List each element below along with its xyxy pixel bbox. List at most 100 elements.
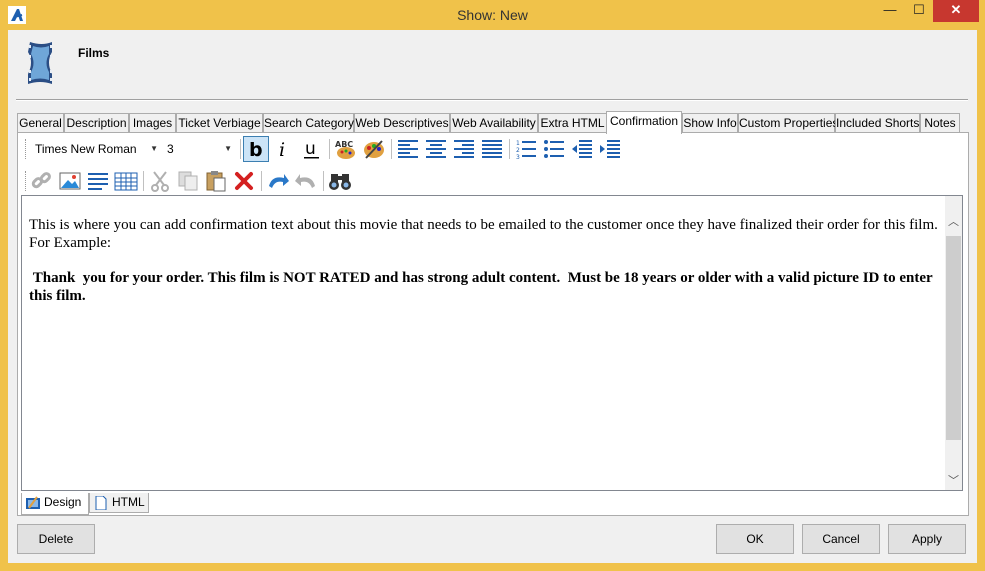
header-title: Films [78,46,110,60]
paste-button[interactable] [203,168,229,194]
toolbar-separator [261,171,262,191]
redo-icon [295,174,315,188]
document-icon [95,496,107,510]
italic-icon: i [279,139,285,160]
editor-paragraph-example: Thank you for your order. This film is N… [29,270,937,304]
redo-button[interactable] [293,168,319,194]
binoculars-icon [329,174,351,190]
cut-button[interactable] [147,168,173,194]
justify-button[interactable] [479,136,505,162]
chevron-down-icon: ▼ [224,144,232,153]
toolbar-separator [323,171,324,191]
indent-button[interactable] [597,136,623,162]
tab-web-descriptives[interactable]: Web Descriptives [354,113,450,133]
ok-button[interactable]: OK [716,524,794,554]
align-center-button[interactable] [423,136,449,162]
tab-included-shorts[interactable]: Included Shorts [835,113,920,133]
align-center-icon [426,140,446,158]
show-window: Show: New — ☐ ✕ Films General Descriptio… [0,0,985,571]
window-title: Show: New [457,7,528,23]
font-size-select[interactable]: 3 ▼ [163,139,235,161]
bold-button[interactable]: b [243,136,269,162]
style-palette-button[interactable] [361,136,387,162]
font-name-value: Times New Roman [35,142,137,156]
link-icon [31,172,51,189]
bullet-list-icon [544,140,564,158]
tab-general[interactable]: General [17,113,64,133]
numbered-list-button[interactable]: 123 [513,136,539,162]
tab-notes[interactable]: Notes [920,113,960,133]
numbered-list-icon: 123 [516,140,536,160]
tab-confirmation[interactable]: Confirmation [606,111,682,134]
insert-image-button[interactable] [57,168,83,194]
align-right-icon [454,140,474,158]
undo-icon [269,174,289,188]
bold-icon: b [249,139,263,160]
align-left-icon [398,140,418,158]
align-right-button[interactable] [451,136,477,162]
svg-text:3: 3 [516,154,520,160]
close-button[interactable]: ✕ [933,0,979,22]
tab-description[interactable]: Description [64,113,129,133]
outdent-button[interactable] [569,136,595,162]
tab-web-availability[interactable]: Web Availability [450,113,538,133]
title-bar[interactable]: Show: New — ☐ ✕ [0,0,985,30]
apply-button[interactable]: Apply [888,524,966,554]
tab-search-category[interactable]: Search Category [263,113,354,133]
horizontal-rule-button[interactable] [85,168,111,194]
indent-icon [600,140,620,158]
delete-selection-button[interactable] [231,168,257,194]
tab-extra-html[interactable]: Extra HTML [538,113,607,133]
tab-images[interactable]: Images [129,113,176,133]
undo-button[interactable] [265,168,291,194]
cancel-button[interactable]: Cancel [802,524,880,554]
svg-text:u: u [305,139,316,159]
editor-paragraph-intro: This is where you can add confirmation t… [29,217,938,251]
spellcheck-icon: ABC [335,140,355,159]
dialog-body: Films General Description Images Ticket … [8,30,977,563]
svg-text:2: 2 [516,147,520,154]
copy-button[interactable] [175,168,201,194]
close-icon [235,172,253,190]
svg-text:1: 1 [516,140,520,147]
image-icon [59,172,81,190]
minimize-button[interactable]: — [876,0,904,22]
bullet-list-button[interactable] [541,136,567,162]
delete-button[interactable]: Delete [17,524,95,554]
vertical-scrollbar[interactable]: ︿ ﹀ [945,196,962,490]
outdent-icon [572,140,592,158]
tab-ticket-verbiage[interactable]: Ticket Verbiage [176,113,263,133]
confirmation-editor[interactable]: This is where you can add confirmation t… [21,195,963,491]
font-name-select[interactable]: Times New Roman ▼ [31,139,161,161]
scroll-thumb[interactable] [946,236,961,440]
table-icon [114,172,138,191]
align-left-button[interactable] [395,136,421,162]
underline-icon: u [304,139,319,159]
palette-icon [364,140,384,159]
editor-content[interactable]: This is where you can add confirmation t… [29,216,944,305]
scroll-up-icon[interactable]: ︿ [945,214,962,231]
tab-html[interactable]: HTML [89,493,149,513]
toolbar-grip[interactable] [25,139,28,159]
toolbar-grip[interactable] [25,171,28,191]
paragraph-icon [88,173,108,190]
tab-custom-properties[interactable]: Custom Properties [738,113,838,133]
toolbar-separator [509,139,510,159]
film-reel-icon [28,42,52,84]
toolbar-separator [391,139,392,159]
tab-design[interactable]: Design [21,493,89,515]
italic-button[interactable]: i [271,136,297,162]
find-button[interactable] [327,168,353,194]
tab-design-label: Design [44,495,82,509]
copy-icon [178,171,198,191]
toolbar-separator [329,139,330,159]
insert-table-button[interactable] [113,168,139,194]
toolbar-separator [240,139,241,159]
underline-button[interactable]: u [299,136,325,162]
maximize-button[interactable]: ☐ [905,0,933,22]
insert-link-button[interactable] [29,168,55,194]
tab-show-info[interactable]: Show Info [682,113,738,133]
scroll-down-icon[interactable]: ﹀ [945,473,962,490]
svg-text:i: i [279,139,285,160]
spellcheck-button[interactable]: ABC [333,136,359,162]
